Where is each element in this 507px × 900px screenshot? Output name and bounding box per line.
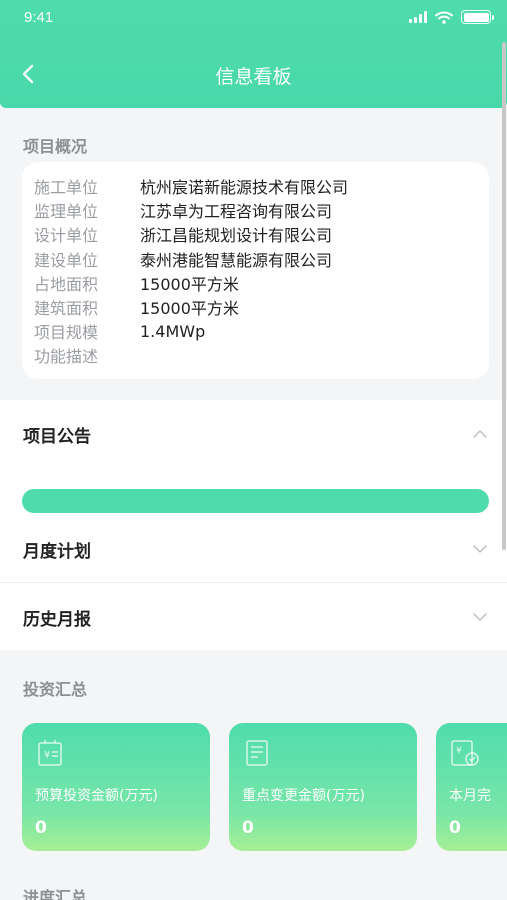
info-row: 设计单位 浙江昌能规划设计有限公司 [34, 222, 489, 246]
investment-card[interactable]: ¥ 本月完 0 [436, 723, 507, 851]
info-row: 项目规模 1.4MWp [34, 319, 489, 343]
investment-card-label: 重点变更金额(万元) [242, 788, 365, 804]
info-row: 监理单位 江苏卓为工程咨询有限公司 [34, 198, 489, 222]
info-value: 泰州港能智慧能源有限公司 [140, 250, 333, 270]
scrollbar[interactable] [502, 42, 506, 550]
info-row: 功能描述 [34, 343, 489, 367]
announcement-bar[interactable] [22, 489, 489, 513]
svg-text:¥: ¥ [456, 746, 462, 756]
monthly-plan-panel[interactable]: 月度计划 [0, 515, 507, 582]
status-time: 9:41 [24, 9, 54, 26]
investment-card-value: 0 [242, 818, 254, 838]
info-label: 项目规模 [34, 323, 99, 343]
info-label: 功能描述 [34, 347, 99, 367]
overview-heading: 项目概况 [23, 137, 88, 156]
history-report-title: 历史月报 [23, 610, 91, 630]
info-label: 监理单位 [34, 202, 99, 222]
monthly-complete-icon: ¥ [451, 740, 479, 766]
info-value: 15000平方米 [140, 299, 239, 319]
budget-icon: ¥ [38, 740, 62, 766]
wifi-icon [435, 11, 453, 24]
investment-card-label: 预算投资金额(万元) [35, 788, 158, 804]
investment-card-label: 本月完 [449, 788, 491, 804]
info-value: 1.4MWp [140, 321, 206, 341]
info-label: 占地面积 [34, 274, 99, 294]
progress-heading: 进度汇总 [23, 888, 88, 900]
info-row: 施工单位 杭州宸诺新能源技术有限公司 [34, 174, 489, 198]
info-label: 设计单位 [34, 226, 99, 246]
project-info-card: 施工单位 杭州宸诺新能源技术有限公司 监理单位 江苏卓为工程咨询有限公司 设计单位 浙… [22, 162, 489, 379]
change-amount-icon [246, 740, 268, 766]
info-row: 建筑面积 15000平方米 [34, 295, 489, 319]
battery-icon [461, 10, 494, 24]
info-label: 建设单位 [34, 250, 99, 270]
history-report-panel[interactable]: 历史月报 [0, 583, 507, 650]
announcement-title: 项目公告 [23, 427, 91, 447]
status-icons [409, 10, 494, 24]
investment-heading: 投资汇总 [23, 680, 88, 699]
page-title: 信息看板 [215, 66, 292, 88]
svg-text:¥: ¥ [44, 750, 50, 761]
info-value: 15000平方米 [140, 274, 239, 294]
app-header: 9:41 信息看板 [0, 0, 507, 108]
announcement-header[interactable]: 项目公告 [0, 400, 507, 466]
info-row: 建设单位 泰州港能智慧能源有限公司 [34, 247, 489, 271]
investment-card[interactable]: 重点变更金额(万元) 0 [229, 723, 417, 851]
investment-card-value: 0 [449, 818, 461, 838]
chevron-down-icon [473, 545, 487, 553]
investment-cards: ¥ 预算投资金额(万元) 0 重点变更金额(万元) 0 ¥ 本月完 0 [22, 723, 507, 851]
investment-card-value: 0 [35, 818, 47, 838]
info-label: 建筑面积 [34, 299, 99, 319]
info-value: 杭州宸诺新能源技术有限公司 [140, 178, 349, 198]
info-value: 江苏卓为工程咨询有限公司 [140, 202, 333, 222]
info-label: 施工单位 [34, 178, 99, 198]
status-bar: 9:41 [0, 0, 507, 36]
info-row: 占地面积 15000平方米 [34, 271, 489, 295]
monthly-plan-title: 月度计划 [23, 542, 91, 562]
chevron-down-icon [473, 613, 487, 621]
signal-icon [409, 11, 427, 23]
info-value: 浙江昌能规划设计有限公司 [140, 226, 333, 246]
investment-card[interactable]: ¥ 预算投资金额(万元) 0 [22, 723, 210, 851]
chevron-up-icon [473, 430, 487, 438]
